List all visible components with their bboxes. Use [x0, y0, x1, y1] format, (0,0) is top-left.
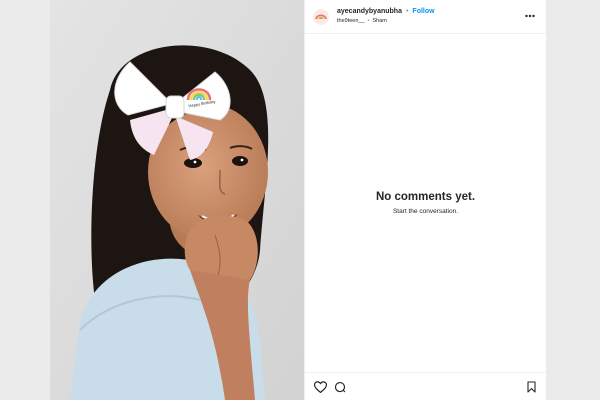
avatar[interactable] [313, 9, 329, 25]
post-actions-bar [305, 372, 546, 400]
more-icon [525, 14, 535, 18]
audio-artist-link[interactable]: the9teen__ [337, 17, 365, 26]
bookmark-icon [526, 380, 536, 393]
audio-separator: • [367, 18, 370, 24]
comment-button[interactable] [333, 380, 347, 394]
avatar-image [313, 9, 329, 25]
like-button[interactable] [313, 380, 327, 394]
empty-comments-subtitle: Start the conversation. [392, 208, 459, 215]
comments-empty-state: No comments yet. Start the conversation. [305, 190, 546, 215]
save-button[interactable] [524, 380, 538, 394]
username-link[interactable]: ayecandybyanubha [337, 7, 402, 17]
post-photo[interactable]: Happy Birthday [50, 0, 304, 400]
post-side-panel: ayecandybyanubha • Follow the9teen__ • S… [304, 0, 546, 400]
separator-dot: • [405, 8, 409, 15]
post-photo-image [50, 0, 304, 400]
post-header: ayecandybyanubha • Follow the9teen__ • S… [305, 0, 546, 34]
empty-comments-title: No comments yet. [375, 191, 476, 203]
post-meta: ayecandybyanubha • Follow the9teen__ • S… [337, 7, 522, 26]
heart-icon [313, 380, 327, 393]
more-options-button[interactable] [522, 8, 538, 24]
post-modal: Happy Birthday ayecandybyanubha • Follow [50, 0, 546, 400]
comment-icon [334, 381, 346, 392]
audio-title-link[interactable]: Sham [372, 17, 386, 26]
follow-button[interactable]: Follow [412, 7, 434, 17]
